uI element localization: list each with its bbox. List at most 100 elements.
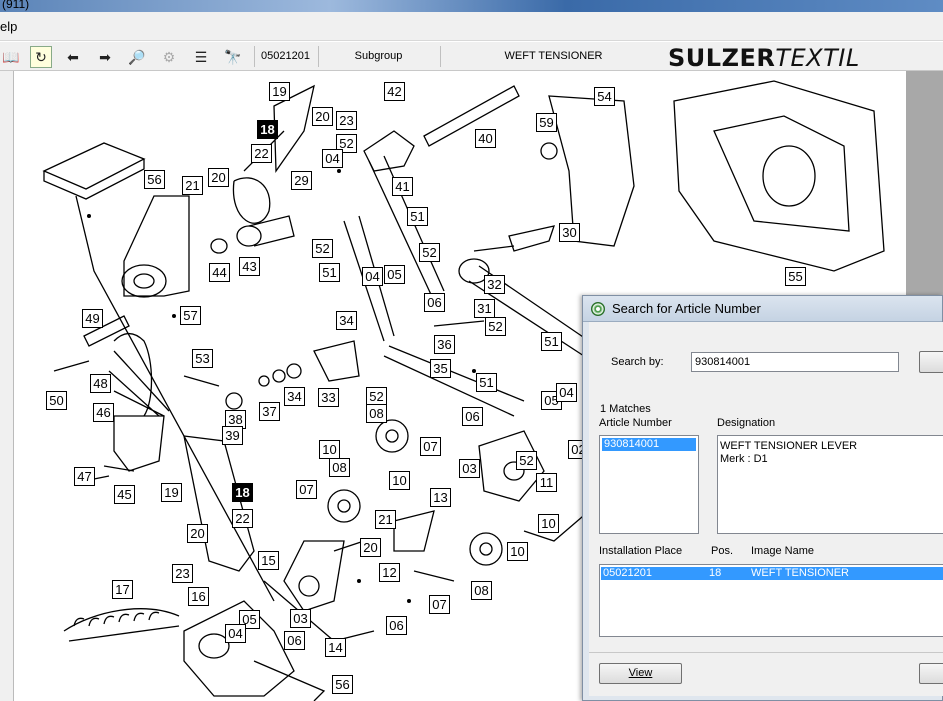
callout[interactable]: 10 (538, 514, 559, 533)
back-arrow-icon[interactable]: ⬅ (62, 46, 84, 68)
zoom-icon[interactable]: 🔎 (126, 46, 148, 68)
callout[interactable]: 34 (336, 311, 357, 330)
callout[interactable]: 06 (462, 407, 483, 426)
callout[interactable]: 35 (430, 359, 451, 378)
callout[interactable]: 23 (172, 564, 193, 583)
callout[interactable]: 04 (362, 267, 383, 286)
callout[interactable]: 07 (420, 437, 441, 456)
callout[interactable]: 41 (392, 177, 413, 196)
left-panel-edge (0, 71, 14, 701)
callout[interactable]: 07 (429, 595, 450, 614)
callout[interactable]: 52 (485, 317, 506, 336)
callout[interactable]: 57 (180, 306, 201, 325)
article-list[interactable]: 930814001 (599, 435, 699, 534)
article-list-item[interactable]: 930814001 (602, 438, 696, 451)
callout[interactable]: 36 (434, 335, 455, 354)
callout[interactable]: 08 (366, 404, 387, 423)
refresh-icon[interactable]: ↻ (30, 46, 52, 68)
callout[interactable]: 56 (144, 170, 165, 189)
view-button[interactable]: View (599, 663, 682, 684)
callout[interactable]: 06 (424, 293, 445, 312)
callout[interactable]: 52 (516, 451, 537, 470)
installation-row[interactable]: 05021201 18 WEFT TENSIONER (601, 567, 943, 580)
callout[interactable]: 22 (232, 509, 253, 528)
callout[interactable]: 14 (325, 638, 346, 657)
callout[interactable]: 10 (507, 542, 528, 561)
callout[interactable]: 16 (188, 587, 209, 606)
callout[interactable]: 07 (296, 480, 317, 499)
callout[interactable]: 21 (182, 176, 203, 195)
callout[interactable]: 18 (257, 120, 278, 139)
callout[interactable]: 08 (471, 581, 492, 600)
callout[interactable]: 39 (222, 426, 243, 445)
callout[interactable]: 49 (82, 309, 103, 328)
callout[interactable]: 20 (312, 107, 333, 126)
binoculars-icon[interactable]: 🔭 (222, 46, 244, 68)
callout[interactable]: 42 (384, 82, 405, 101)
callout[interactable]: 03 (290, 609, 311, 628)
callout[interactable]: 51 (541, 332, 562, 351)
menu-help[interactable]: elp (0, 19, 17, 34)
callout[interactable]: 55 (785, 267, 806, 286)
book-icon[interactable]: 📖 (0, 46, 22, 68)
callout[interactable]: 20 (208, 168, 229, 187)
callout[interactable]: 11 (536, 473, 557, 492)
toolbar: 📖 ↻ ⬅ ➡ 🔎 ⚙ ☰ 🔭 05021201 Subgroup WEFT T… (0, 42, 943, 71)
callout[interactable]: 04 (225, 624, 246, 643)
callout[interactable]: 06 (386, 616, 407, 635)
search-input[interactable]: 930814001 (691, 352, 899, 372)
callout[interactable]: 51 (319, 263, 340, 282)
callout[interactable]: 21 (375, 510, 396, 529)
callout[interactable]: 37 (259, 402, 280, 421)
menu-bar: elp (0, 12, 943, 41)
callout[interactable]: 52 (312, 239, 333, 258)
callout[interactable]: 13 (430, 488, 451, 507)
callout[interactable]: 08 (329, 458, 350, 477)
callout[interactable]: 04 (556, 383, 577, 402)
callout[interactable]: 47 (74, 467, 95, 486)
installation-list[interactable]: 05021201 18 WEFT TENSIONER (599, 564, 943, 637)
callout[interactable]: 46 (93, 403, 114, 422)
dialog-title-bar[interactable]: Search for Article Number (583, 296, 942, 322)
callout[interactable]: 29 (291, 171, 312, 190)
callout[interactable]: 44 (209, 263, 230, 282)
callout[interactable]: 04 (322, 149, 343, 168)
notepad-icon[interactable]: ☰ (190, 46, 212, 68)
callout[interactable]: 52 (419, 243, 440, 262)
callout[interactable]: 20 (360, 538, 381, 557)
callout[interactable]: 23 (336, 111, 357, 130)
callout[interactable]: 59 (536, 113, 557, 132)
callout[interactable]: 51 (476, 373, 497, 392)
callout[interactable]: 45 (114, 485, 135, 504)
callout[interactable]: 15 (258, 551, 279, 570)
search-button[interactable] (919, 351, 943, 373)
callout[interactable]: 17 (112, 580, 133, 599)
callout[interactable]: 40 (475, 129, 496, 148)
callout[interactable]: 30 (559, 223, 580, 242)
callout[interactable]: 51 (407, 207, 428, 226)
callout[interactable]: 31 (474, 299, 495, 318)
callout[interactable]: 06 (284, 631, 305, 650)
callout[interactable]: 19 (161, 483, 182, 502)
callout[interactable]: 05 (384, 265, 405, 284)
callout[interactable]: 32 (484, 275, 505, 294)
callout[interactable]: 33 (318, 388, 339, 407)
callout[interactable]: 18 (232, 483, 253, 502)
callout[interactable]: 48 (90, 374, 111, 393)
callout[interactable]: 10 (319, 440, 340, 459)
callout[interactable]: 43 (239, 257, 260, 276)
pin-icon[interactable]: ⚙ (158, 46, 180, 68)
callout[interactable]: 34 (284, 387, 305, 406)
callout[interactable]: 50 (46, 391, 67, 410)
close-button[interactable] (919, 663, 943, 684)
callout[interactable]: 56 (332, 675, 353, 694)
callout[interactable]: 54 (594, 87, 615, 106)
callout[interactable]: 03 (459, 459, 480, 478)
callout[interactable]: 20 (187, 524, 208, 543)
callout[interactable]: 10 (389, 471, 410, 490)
callout[interactable]: 12 (379, 563, 400, 582)
callout[interactable]: 22 (251, 144, 272, 163)
forward-arrow-icon[interactable]: ➡ (94, 46, 116, 68)
callout[interactable]: 53 (192, 349, 213, 368)
callout[interactable]: 19 (269, 82, 290, 101)
